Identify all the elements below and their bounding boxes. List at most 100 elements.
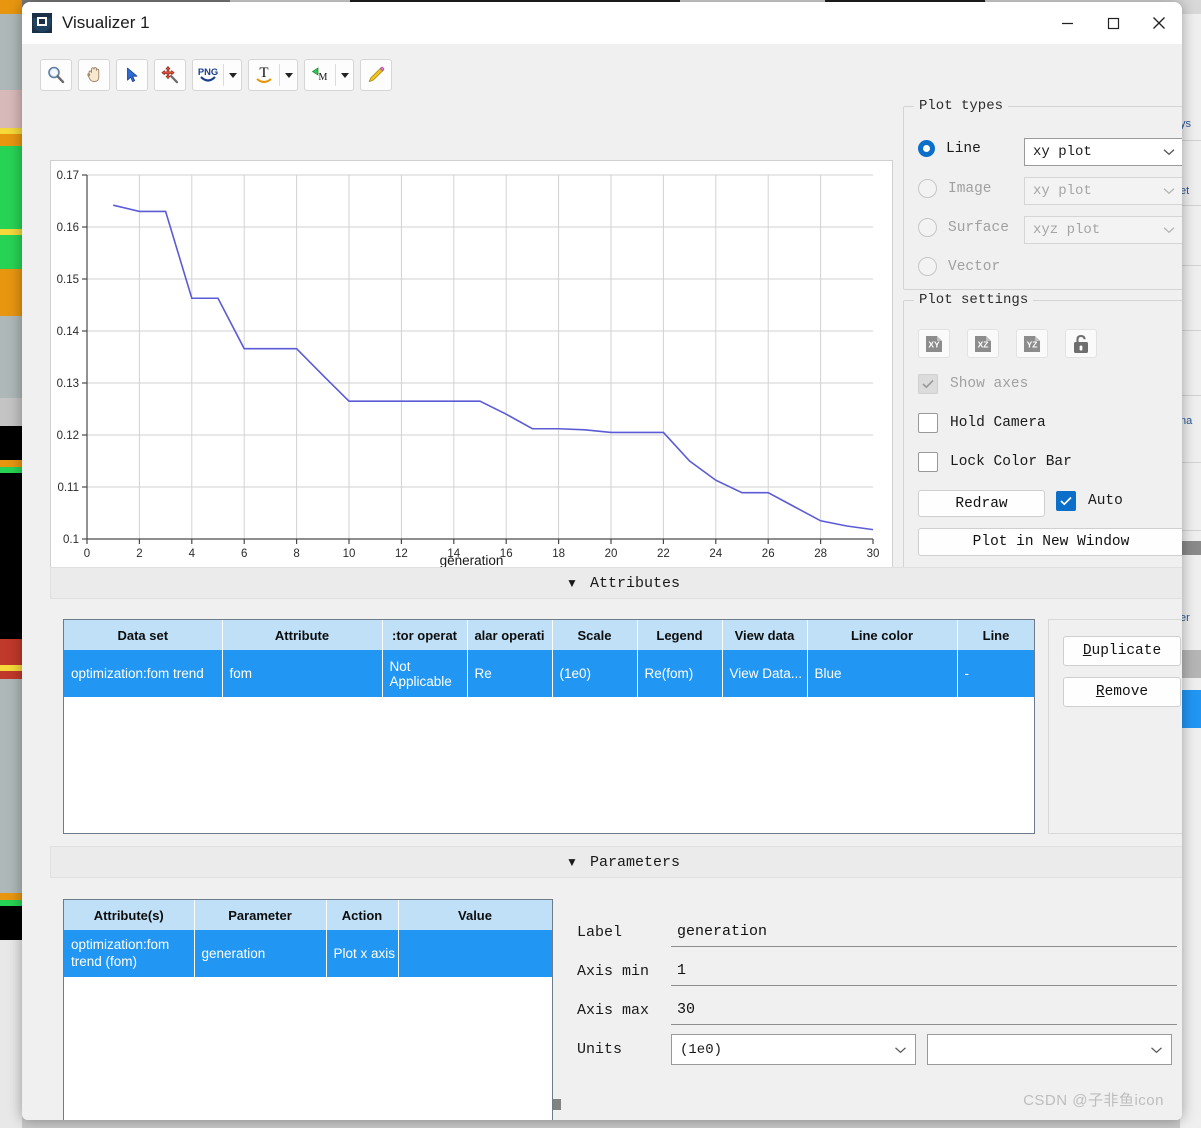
background-divider <box>1180 265 1201 266</box>
cell-attributes[interactable]: optimization:fom trend (fom) <box>64 930 195 977</box>
cell-value[interactable] <box>398 930 552 977</box>
image-plot-combo: xy plot <box>1024 177 1182 205</box>
window-title: Visualizer 1 <box>62 13 150 32</box>
checkbox-lock-color-bar-box[interactable] <box>918 452 938 472</box>
table-row[interactable]: optimization:fom trend fom Not Applicabl… <box>64 650 1034 697</box>
cell-parameter[interactable]: generation <box>194 930 327 977</box>
col-line-style[interactable]: Line <box>957 620 1034 650</box>
window-controls <box>1044 2 1182 44</box>
col-scalar-operation[interactable]: alar operati <box>467 620 553 650</box>
move-tool-button[interactable] <box>154 59 186 91</box>
view-xy-button[interactable]: XY <box>918 329 950 358</box>
background-color-band <box>0 398 22 426</box>
col-line-color[interactable]: Line color <box>807 620 958 650</box>
background-text-fragment: ys <box>1180 118 1191 130</box>
axis-max-input[interactable]: 30 <box>671 995 1177 1025</box>
minimize-button[interactable] <box>1044 2 1090 44</box>
hand-icon <box>87 67 100 82</box>
close-button[interactable] <box>1136 2 1182 44</box>
duplicate-button[interactable]: Duplicate <box>1063 636 1181 666</box>
col-legend[interactable]: Legend <box>637 620 723 650</box>
plot-canvas[interactable]: 0.17 0.16 0.15 0.14 0.13 0.12 0.11 0.1 0… <box>50 160 893 573</box>
collapse-triangle-icon: ▼ <box>566 576 578 590</box>
marker-tool-button[interactable]: M <box>305 61 335 89</box>
lock-aspect-button[interactable] <box>1065 329 1097 358</box>
remove-button[interactable]: Remove <box>1063 677 1181 707</box>
export-png-dropdown[interactable] <box>224 61 241 89</box>
cell-scale[interactable]: (1e0) <box>552 650 638 697</box>
col-attribute[interactable]: Attribute <box>222 620 383 650</box>
axis-min-input[interactable]: 1 <box>671 956 1177 986</box>
col-value[interactable]: Value <box>398 900 552 930</box>
checkbox-show-axes-label: Show axes <box>950 376 1029 392</box>
radio-image[interactable]: Image <box>918 179 992 198</box>
cell-scalar-operation[interactable]: Re <box>467 650 553 697</box>
table-row[interactable]: optimization:fom trend (fom) generation … <box>64 930 552 977</box>
cell-data-set[interactable]: optimization:fom trend <box>64 650 223 697</box>
col-view-data[interactable]: View data <box>722 620 808 650</box>
maximize-button[interactable] <box>1090 2 1136 44</box>
units-secondary-combo[interactable] <box>927 1034 1172 1065</box>
radio-image-indicator[interactable] <box>918 179 937 198</box>
axis-max-value: 30 <box>677 1001 696 1018</box>
plot-in-new-window-button[interactable]: Plot in New Window <box>918 528 1182 556</box>
text-tool-group[interactable]: T <box>248 59 298 91</box>
col-scale[interactable]: Scale <box>552 620 638 650</box>
parameters-section-header[interactable]: ▼ Parameters <box>50 846 1182 878</box>
label-field-input[interactable]: generation <box>671 917 1177 947</box>
checkbox-hold-camera-box[interactable] <box>918 413 938 433</box>
checkbox-hold-camera[interactable]: Hold Camera <box>918 413 1046 433</box>
radio-vector-indicator[interactable] <box>918 257 937 276</box>
units-combo[interactable]: (1e0) <box>671 1034 916 1065</box>
label-field-row: Label generation <box>577 917 1177 947</box>
cell-vector-operation[interactable]: Not Applicable <box>382 650 468 697</box>
cell-legend[interactable]: Re(fom) <box>637 650 723 697</box>
chart-x-axis-label: generation <box>439 553 504 568</box>
line-plot-combo-value: xy plot <box>1033 144 1092 160</box>
text-tool-dropdown[interactable] <box>280 61 297 89</box>
checkbox-lock-color-bar[interactable]: Lock Color Bar <box>918 452 1072 472</box>
col-vector-operation[interactable]: :tor operat <box>382 620 468 650</box>
parameters-table-panel[interactable]: Attribute(s) Parameter Action Value opti… <box>63 899 553 1120</box>
zoom-tool-button[interactable] <box>40 59 72 91</box>
redraw-button[interactable]: Redraw <box>918 490 1045 517</box>
radio-surface-indicator[interactable] <box>918 218 937 237</box>
cell-attribute[interactable]: fom <box>222 650 383 697</box>
radio-surface[interactable]: Surface <box>918 218 1009 237</box>
line-plot-combo[interactable]: xy plot <box>1024 138 1182 166</box>
export-png-button[interactable]: PNG <box>193 61 223 89</box>
radio-vector[interactable]: Vector <box>918 257 1000 276</box>
col-action[interactable]: Action <box>326 900 399 930</box>
edit-tool-button[interactable] <box>360 59 392 91</box>
cell-line-color[interactable]: Blue <box>807 650 958 697</box>
window-titlebar[interactable]: Visualizer 1 <box>22 2 1182 44</box>
view-xz-button[interactable]: XZ <box>967 329 999 358</box>
view-yz-button[interactable]: YZ <box>1016 329 1048 358</box>
checkbox-auto-box[interactable] <box>1056 491 1076 511</box>
cell-action[interactable]: Plot x axis <box>326 930 399 977</box>
col-data-set[interactable]: Data set <box>64 620 223 650</box>
check-icon <box>922 379 934 389</box>
select-tool-button[interactable] <box>116 59 148 91</box>
cell-view-data[interactable]: View Data... <box>722 650 808 697</box>
col-parameter[interactable]: Parameter <box>194 900 327 930</box>
radio-line-indicator[interactable] <box>918 140 935 157</box>
checkbox-auto[interactable]: Auto <box>1056 491 1123 511</box>
view-xz-label: XZ <box>978 339 989 349</box>
col-attributes[interactable]: Attribute(s) <box>64 900 195 930</box>
radio-vector-label: Vector <box>948 258 1001 275</box>
pan-tool-button[interactable] <box>78 59 110 91</box>
background-color-band <box>0 426 22 460</box>
radio-line[interactable]: Line <box>918 140 981 157</box>
background-color-band <box>0 940 22 1128</box>
text-tool-button[interactable]: T <box>249 61 279 89</box>
marker-tool-dropdown[interactable] <box>336 61 353 89</box>
marker-tool-group[interactable]: M <box>304 59 354 91</box>
attributes-section-header[interactable]: ▼ Attributes <box>50 567 1182 599</box>
attributes-table-panel[interactable]: Data set Attribute :tor operat alar oper… <box>63 619 1035 834</box>
plot-types-group: Plot types Line xy plot Image xy plot Su… <box>903 98 1182 290</box>
cell-line-style[interactable]: - <box>957 650 1034 697</box>
export-png-tool-group[interactable]: PNG <box>192 59 242 91</box>
axis-min-value: 1 <box>677 962 687 979</box>
attributes-section-label: Attributes <box>589 574 680 592</box>
